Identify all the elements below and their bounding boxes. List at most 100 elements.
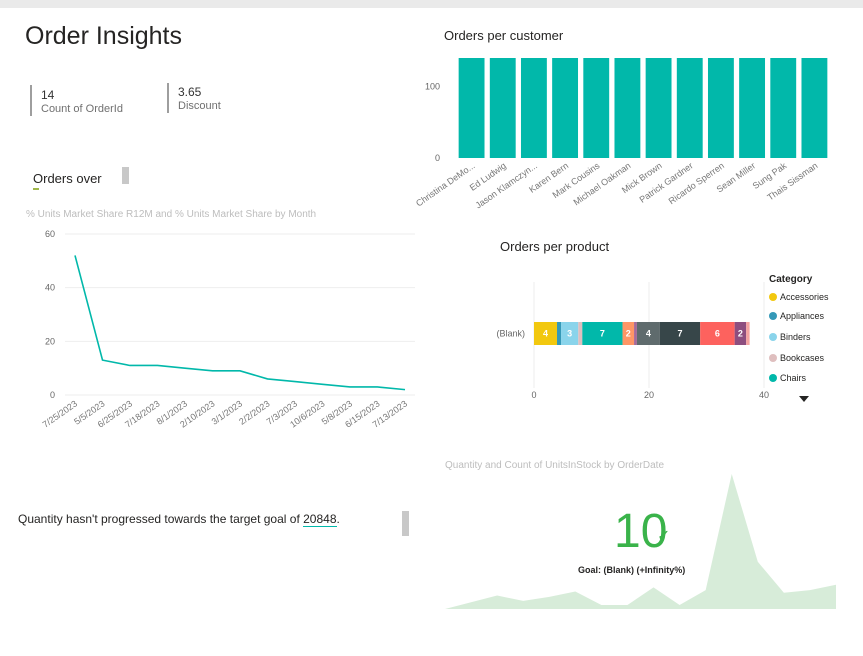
narrative-period: . <box>336 512 340 526</box>
legend-label: Accessories <box>780 292 829 302</box>
legend-dot <box>769 354 777 362</box>
legend-label: Bookcases <box>780 353 825 363</box>
bar <box>770 58 797 158</box>
x-tick-label: 2/2/2023 <box>237 398 271 426</box>
x-tick-label: Christina DeMo... <box>414 160 477 208</box>
bar-segment <box>746 322 750 345</box>
bar <box>583 58 610 158</box>
legend-dot <box>769 312 777 320</box>
x-tick-label: Mick Brown <box>620 160 664 195</box>
segment-data-label: 4 <box>543 329 548 339</box>
y-category-label: (Blank) <box>496 329 525 339</box>
bar <box>614 58 641 158</box>
bar-segment <box>578 322 583 345</box>
kpi-count-label: Count of OrderId <box>41 103 123 115</box>
segment-data-label: 7 <box>678 329 683 339</box>
segment-data-label: 2 <box>738 329 743 339</box>
y-tick-label: 0 <box>435 153 440 163</box>
x-tick-label: Ricardo Sperren <box>667 160 726 206</box>
y-tick-label: 60 <box>45 229 55 239</box>
legend-item-binders[interactable]: Binders <box>769 332 811 342</box>
legend-dot <box>769 293 777 301</box>
bar <box>707 58 734 158</box>
bar-segment <box>700 322 735 345</box>
x-tick-label: 40 <box>759 390 769 400</box>
segment-data-label: 6 <box>715 329 720 339</box>
product-chart-title: Orders per product <box>500 239 610 254</box>
bar <box>520 58 547 158</box>
bar-segment <box>734 322 747 345</box>
top-bar <box>0 0 863 8</box>
stock-goal-text: Goal: (Blank) (+Infinity%) <box>578 565 686 575</box>
kpi-count-value: 14 <box>41 88 55 102</box>
smart-narrative: Quantity hasn't progressed towards the t… <box>18 512 340 527</box>
x-tick-label: 6/15/2023 <box>343 398 382 429</box>
bar <box>458 58 485 158</box>
line-chart-subtitle: % Units Market Share R12M and % Units Ma… <box>26 209 317 220</box>
legend-label: Binders <box>780 332 811 342</box>
page-title: Order Insights <box>25 22 183 50</box>
y-tick-label: 100 <box>425 82 440 92</box>
legend-label: Chairs <box>780 373 807 383</box>
truncated-mark <box>33 188 39 190</box>
bar-segment <box>582 322 623 345</box>
kpi-accent-bar <box>167 83 169 113</box>
legend-dot <box>769 374 777 382</box>
bar <box>801 58 828 158</box>
x-tick-label: 5/8/2023 <box>320 398 354 426</box>
y-tick-label: 0 <box>50 390 55 400</box>
segment-data-label: 4 <box>646 329 651 339</box>
series-line <box>74 255 406 391</box>
x-tick-label: 2/10/2023 <box>178 398 217 429</box>
x-tick-label: 10/6/2023 <box>288 398 327 429</box>
resize-handle[interactable] <box>122 167 129 184</box>
legend-dot <box>769 333 777 341</box>
x-tick-label: Patrick Gardner <box>638 160 695 204</box>
x-tick-label: 20 <box>644 390 654 400</box>
legend-item-chairs[interactable]: Chairs <box>769 373 806 383</box>
line-chart: 0 20 40 60 7/25/20235/5/20236/25/20237/18/20… <box>41 229 415 430</box>
x-tick-label: Mark Cousins <box>551 160 602 200</box>
bar-segment <box>557 322 562 345</box>
x-tick-label: Sean Miller <box>715 160 758 194</box>
legend-item-accessories[interactable]: Accessories <box>769 292 829 302</box>
narrative-text: Quantity hasn't progressed towards the t… <box>18 512 304 526</box>
x-tick-label: Ed Ludwig <box>468 160 508 192</box>
kpi-discount-value: 3.65 <box>178 85 202 99</box>
bar-segment <box>634 322 637 345</box>
segment-data-label: 2 <box>626 329 631 339</box>
legend-label: Appliances <box>780 311 825 321</box>
bar-segment <box>636 322 660 345</box>
x-tick-label: Jason Klamczyn... <box>474 160 540 210</box>
bar <box>739 58 766 158</box>
resize-handle[interactable] <box>402 511 409 536</box>
legend-scroll-down-icon[interactable] <box>799 396 809 402</box>
x-tick-label: 8/1/2023 <box>155 398 189 426</box>
customers-bar-chart: 0 100 Christina DeMo...Ed LudwigJason Klam… <box>414 58 828 211</box>
y-tick-label: 20 <box>45 336 55 346</box>
bar <box>552 58 579 158</box>
bar-segment <box>561 322 579 345</box>
bar-segment <box>622 322 635 345</box>
legend-title: Category <box>769 274 813 285</box>
bar <box>489 58 516 158</box>
x-tick-label: 7/3/2023 <box>265 398 299 426</box>
kpi-discount-label: Discount <box>178 100 221 112</box>
orders-over-title: Orders over <box>33 171 102 186</box>
legend-item-appliances[interactable]: Appliances <box>769 311 824 321</box>
x-tick-label: Thais Sissman <box>765 160 819 202</box>
x-tick-label: 7/13/2023 <box>371 398 410 429</box>
product-stacked-bar-chart: 0 20 40 (Blank) 4 3 7 2 4 7 6 2 <box>496 282 769 400</box>
x-tick-label: 3/1/2023 <box>210 398 244 426</box>
legend-item-bookcases[interactable]: Bookcases <box>769 353 824 363</box>
y-tick-label: 40 <box>45 283 55 293</box>
x-tick-label: 6/25/2023 <box>96 398 135 429</box>
stock-area-chart <box>445 474 836 609</box>
x-tick-label: 0 <box>531 390 536 400</box>
x-tick-label: 7/18/2023 <box>123 398 162 429</box>
segment-data-label: 7 <box>600 329 605 339</box>
x-tick-label: 5/5/2023 <box>72 398 106 426</box>
goal-value[interactable]: 20848 <box>303 512 337 527</box>
customers-chart-title: Orders per customer <box>444 28 564 43</box>
x-tick-label: Michael Oakman <box>572 160 633 207</box>
